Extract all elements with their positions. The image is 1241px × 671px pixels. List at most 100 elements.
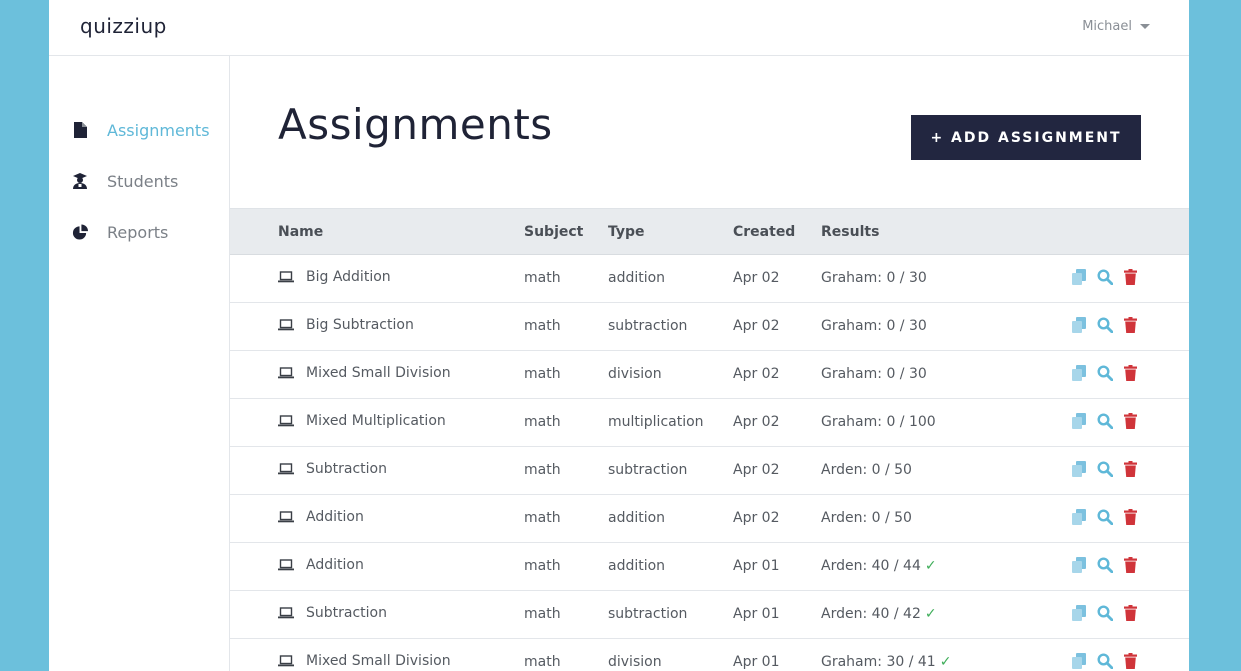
add-assignment-button[interactable]: + ADD ASSIGNMENT bbox=[911, 115, 1141, 160]
results-text: Arden: 0 / 50 bbox=[821, 462, 912, 478]
trash-icon[interactable] bbox=[1124, 317, 1137, 333]
assignment-type: multiplication bbox=[608, 414, 704, 430]
copy-icon[interactable] bbox=[1072, 605, 1086, 621]
table-row[interactable]: Big Addition math addition Apr 02 Graham: 0 … bbox=[230, 255, 1189, 303]
sidebar: Assignments Students Reports bbox=[49, 56, 230, 671]
sidebar-item-label: Students bbox=[107, 171, 179, 191]
table-row[interactable]: Addition math addition Apr 02 Arden: 0 / 50 bbox=[230, 495, 1189, 543]
table-row[interactable]: Subtraction math subtraction Apr 01 Arden: 4… bbox=[230, 591, 1189, 639]
column-header-created[interactable]: Created bbox=[733, 224, 795, 240]
assignment-type: addition bbox=[608, 270, 666, 286]
trash-icon[interactable] bbox=[1124, 509, 1137, 525]
assignment-name-cell[interactable]: Mixed Small Division bbox=[278, 365, 451, 381]
assignment-name-cell[interactable]: Big Addition bbox=[278, 269, 391, 285]
assignment-subject: math bbox=[524, 318, 561, 334]
sidebar-item-reports[interactable]: Reports bbox=[72, 220, 168, 244]
table-row[interactable]: Mixed Small Division math division Apr 01 Gr… bbox=[230, 639, 1189, 671]
search-icon[interactable] bbox=[1097, 461, 1113, 477]
assignment-name: Addition bbox=[306, 557, 364, 573]
table-header: Name Subject Type Created Results bbox=[230, 208, 1189, 255]
copy-icon[interactable] bbox=[1072, 317, 1086, 333]
assignment-name-cell[interactable]: Mixed Small Division bbox=[278, 653, 451, 669]
user-menu[interactable]: Michael bbox=[1082, 19, 1150, 34]
copy-icon[interactable] bbox=[1072, 557, 1086, 573]
assignment-subject: math bbox=[524, 462, 561, 478]
trash-icon[interactable] bbox=[1124, 557, 1137, 573]
assignment-type: subtraction bbox=[608, 606, 688, 622]
laptop-icon bbox=[278, 463, 294, 475]
checkmark-icon: ✓ bbox=[924, 606, 937, 622]
trash-icon[interactable] bbox=[1124, 653, 1137, 669]
search-icon[interactable] bbox=[1097, 413, 1113, 429]
assignment-subject: math bbox=[524, 414, 561, 430]
checkmark-icon: ✓ bbox=[924, 558, 937, 574]
assignment-name-cell[interactable]: Mixed Multiplication bbox=[278, 413, 446, 429]
assignment-results: Graham: 0 / 100 bbox=[821, 414, 936, 430]
search-icon[interactable] bbox=[1097, 605, 1113, 621]
laptop-icon bbox=[278, 367, 294, 379]
search-icon[interactable] bbox=[1097, 509, 1113, 525]
assignment-type: addition bbox=[608, 510, 666, 526]
assignment-results: Graham: 0 / 30 bbox=[821, 318, 927, 334]
results-text: Graham: 0 / 30 bbox=[821, 318, 927, 334]
assignment-results: Arden: 40 / 42 ✓ bbox=[821, 606, 937, 622]
row-actions bbox=[1072, 557, 1148, 573]
trash-icon[interactable] bbox=[1124, 461, 1137, 477]
assignment-name-cell[interactable]: Subtraction bbox=[278, 461, 387, 477]
table-row[interactable]: Mixed Small Division math division Apr 02 Gr… bbox=[230, 351, 1189, 399]
search-icon[interactable] bbox=[1097, 365, 1113, 381]
copy-icon[interactable] bbox=[1072, 461, 1086, 477]
copy-icon[interactable] bbox=[1072, 509, 1086, 525]
assignment-name-cell[interactable]: Addition bbox=[278, 509, 364, 525]
results-text: Graham: 0 / 30 bbox=[821, 270, 927, 286]
assignment-created: Apr 02 bbox=[733, 414, 780, 430]
trash-icon[interactable] bbox=[1124, 413, 1137, 429]
logo[interactable]: quizziup bbox=[80, 14, 167, 38]
assignment-subject: math bbox=[524, 270, 561, 286]
assignment-name-cell[interactable]: Big Subtraction bbox=[278, 317, 414, 333]
copy-icon[interactable] bbox=[1072, 269, 1086, 285]
trash-icon[interactable] bbox=[1124, 365, 1137, 381]
trash-icon[interactable] bbox=[1124, 269, 1137, 285]
row-actions bbox=[1072, 605, 1148, 621]
table-row[interactable]: Addition math addition Apr 01 Arden: 40 / 44… bbox=[230, 543, 1189, 591]
table-row[interactable]: Subtraction math subtraction Apr 02 Arden: 0… bbox=[230, 447, 1189, 495]
table-row[interactable]: Mixed Multiplication math multiplication Ap… bbox=[230, 399, 1189, 447]
sidebar-item-assignments[interactable]: Assignments bbox=[72, 118, 210, 142]
search-icon[interactable] bbox=[1097, 557, 1113, 573]
assignment-name-cell[interactable]: Subtraction bbox=[278, 605, 387, 621]
column-header-name[interactable]: Name bbox=[278, 224, 323, 240]
search-icon[interactable] bbox=[1097, 269, 1113, 285]
results-text: Graham: 0 / 30 bbox=[821, 366, 927, 382]
assignment-results: Arden: 40 / 44 ✓ bbox=[821, 558, 937, 574]
pie-chart-icon bbox=[72, 223, 88, 241]
assignment-created: Apr 02 bbox=[733, 510, 780, 526]
copy-icon[interactable] bbox=[1072, 365, 1086, 381]
assignment-name: Mixed Small Division bbox=[306, 653, 451, 669]
caret-down-icon bbox=[1140, 24, 1150, 29]
row-actions bbox=[1072, 365, 1148, 381]
results-text: Graham: 0 / 100 bbox=[821, 414, 936, 430]
copy-icon[interactable] bbox=[1072, 413, 1086, 429]
laptop-icon bbox=[278, 319, 294, 331]
assignment-created: Apr 02 bbox=[733, 462, 780, 478]
sidebar-item-students[interactable]: Students bbox=[72, 169, 178, 193]
laptop-icon bbox=[278, 415, 294, 427]
copy-icon[interactable] bbox=[1072, 653, 1086, 669]
search-icon[interactable] bbox=[1097, 317, 1113, 333]
search-icon[interactable] bbox=[1097, 653, 1113, 669]
results-text: Arden: 40 / 42 bbox=[821, 606, 921, 622]
table-row[interactable]: Big Subtraction math subtraction Apr 02 Grah… bbox=[230, 303, 1189, 351]
column-header-subject[interactable]: Subject bbox=[524, 224, 583, 240]
assignment-type: division bbox=[608, 366, 662, 382]
assignment-subject: math bbox=[524, 510, 561, 526]
column-header-results[interactable]: Results bbox=[821, 224, 879, 240]
assignment-results: Graham: 30 / 41 ✓ bbox=[821, 654, 951, 670]
column-header-type[interactable]: Type bbox=[608, 224, 645, 240]
row-actions bbox=[1072, 461, 1148, 477]
assignment-created: Apr 02 bbox=[733, 366, 780, 382]
assignment-name-cell[interactable]: Addition bbox=[278, 557, 364, 573]
app-window: quizziup Michael Assignments Students Re… bbox=[49, 0, 1189, 671]
assignment-subject: math bbox=[524, 366, 561, 382]
trash-icon[interactable] bbox=[1124, 605, 1137, 621]
